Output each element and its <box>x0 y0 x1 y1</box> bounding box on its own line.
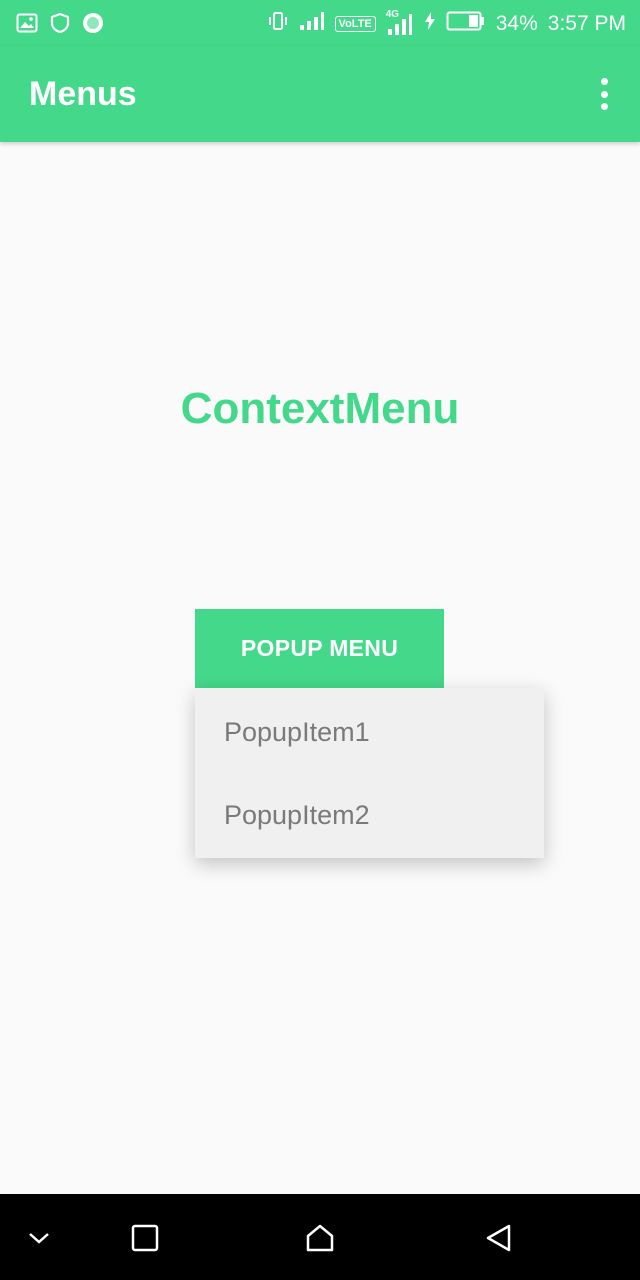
popup-menu-button[interactable]: POPUP MENU <box>195 609 444 688</box>
home-icon[interactable] <box>296 1214 344 1262</box>
signal-icon <box>299 11 325 37</box>
status-bar: VoLTE 4G 34% 3:57 PM <box>0 0 640 46</box>
status-right-icons: VoLTE 4G 34% 3:57 PM <box>267 9 626 38</box>
charging-icon <box>424 11 436 37</box>
4g-signal-icon: 4G <box>386 9 414 36</box>
recents-square-icon[interactable] <box>121 1214 169 1262</box>
battery-icon <box>446 10 486 38</box>
back-triangle-icon[interactable] <box>474 1214 522 1262</box>
more-vert-icon[interactable] <box>596 78 612 110</box>
clock: 3:57 PM <box>547 12 626 35</box>
circle-app-icon <box>82 12 104 39</box>
popup-item-1[interactable]: PopupItem1 <box>195 688 544 773</box>
popup-menu: PopupItem1 PopupItem2 <box>195 688 544 858</box>
navigation-bar <box>0 1194 640 1280</box>
status-left-icons <box>16 12 104 39</box>
gallery-icon <box>16 13 38 38</box>
battery-percent: 34% <box>495 12 538 35</box>
app-title: Menus <box>29 75 137 113</box>
shield-icon <box>50 12 70 39</box>
app-bar: Menus <box>0 46 640 142</box>
chevron-down-icon[interactable] <box>15 1214 63 1262</box>
popup-item-2[interactable]: PopupItem2 <box>195 773 544 858</box>
context-menu-label[interactable]: ContextMenu <box>0 384 640 434</box>
volte-icon: VoLTE <box>334 16 376 32</box>
vibrate-icon <box>267 10 289 38</box>
